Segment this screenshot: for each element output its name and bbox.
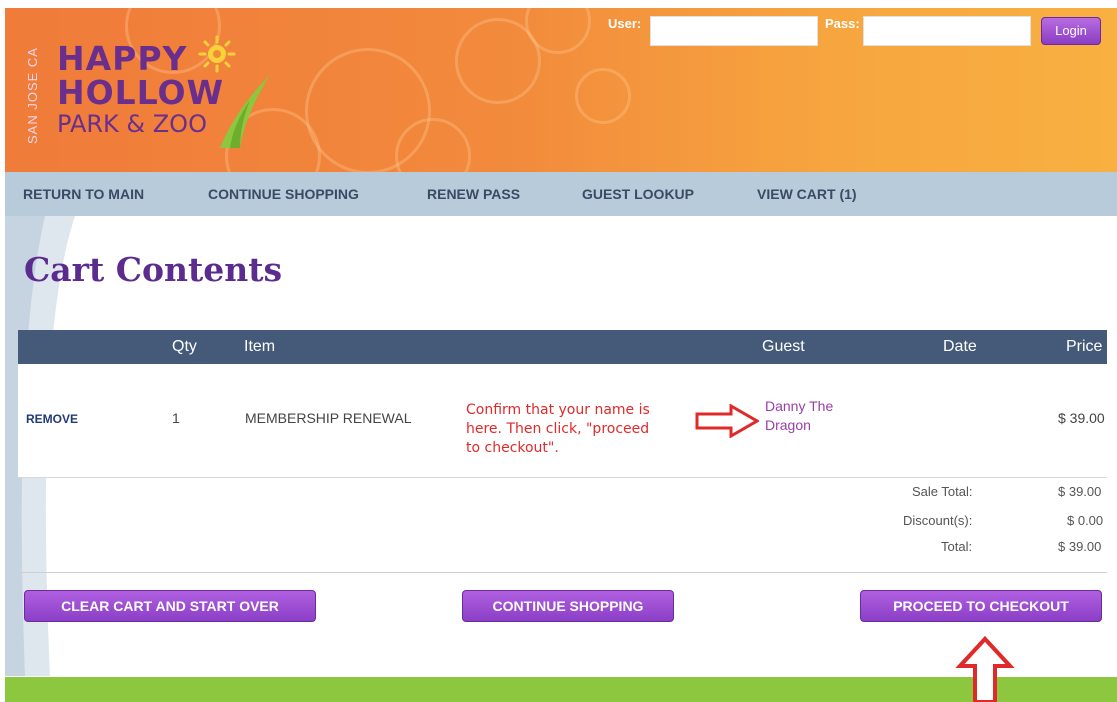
logo-happy-text: HAPPY xyxy=(57,39,188,78)
page-title: Cart Contents xyxy=(24,250,283,289)
pass-label: Pass: xyxy=(825,16,860,31)
total-label: Total: xyxy=(941,539,973,554)
item-qty: 1 xyxy=(172,410,180,426)
logo-park-text: PARK & ZOO xyxy=(57,110,207,138)
nav-guest-lookup[interactable]: GUEST LOOKUP xyxy=(582,172,694,216)
guest-name-line2: Dragon xyxy=(765,417,811,433)
swirl-decoration xyxy=(575,68,631,124)
sun-icon xyxy=(198,35,236,73)
continue-shopping-button[interactable]: CONTINUE SHOPPING xyxy=(462,590,674,622)
logo-hollow-text: HOLLOW xyxy=(57,73,225,112)
nav-view-cart[interactable]: VIEW CART (1) xyxy=(757,172,857,216)
nav-return-to-main[interactable]: RETURN TO MAIN xyxy=(23,172,144,216)
site-header: SAN JOSE CA HAPPY HOLLOW PARK & ZOO User… xyxy=(5,8,1117,172)
nav-renew-pass[interactable]: RENEW PASS xyxy=(427,172,520,216)
proceed-to-checkout-button[interactable]: PROCEED TO CHECKOUT xyxy=(860,590,1102,622)
logo-location-text: SAN JOSE CA xyxy=(25,47,40,144)
guest-name-line1: Danny The xyxy=(765,398,834,414)
clear-cart-button[interactable]: CLEAR CART AND START OVER xyxy=(24,590,316,622)
instruction-annotation: Confirm that your name is here. Then cli… xyxy=(466,402,650,456)
main-nav: RETURN TO MAIN CONTINUE SHOPPING RENEW P… xyxy=(5,172,1117,216)
item-name: MEMBERSHIP RENEWAL xyxy=(245,410,412,426)
arrow-up-overlay-icon xyxy=(955,636,1015,702)
discount-label: Discount(s): xyxy=(903,513,973,528)
grass-icon xyxy=(220,75,270,148)
discount-value: $ 0.00 xyxy=(1067,513,1104,528)
happy-hollow-logo[interactable]: SAN JOSE CA HAPPY HOLLOW PARK & ZOO xyxy=(25,34,285,164)
username-input[interactable] xyxy=(650,16,818,46)
item-price: $ 39.00 xyxy=(1058,410,1105,426)
column-header-item: Item xyxy=(244,338,276,355)
divider xyxy=(18,572,1107,573)
sale-total-label: Sale Total: xyxy=(912,484,973,499)
arrow-right-icon xyxy=(695,404,759,438)
column-header-price: Price xyxy=(1066,338,1103,355)
remove-link[interactable]: REMOVE xyxy=(26,412,78,426)
total-value: $ 39.00 xyxy=(1058,539,1102,554)
column-header-guest: Guest xyxy=(762,338,805,355)
nav-continue-shopping[interactable]: CONTINUE SHOPPING xyxy=(208,172,359,216)
cart-table-header: Qty Item Guest Date Price xyxy=(18,330,1107,364)
column-header-date: Date xyxy=(943,338,977,355)
login-button[interactable]: Login xyxy=(1041,17,1101,45)
footer-bar xyxy=(5,677,1117,702)
sale-total-value: $ 39.00 xyxy=(1058,484,1102,499)
column-header-qty: Qty xyxy=(172,338,197,355)
user-label: User: xyxy=(608,16,642,31)
password-input[interactable] xyxy=(863,16,1031,46)
